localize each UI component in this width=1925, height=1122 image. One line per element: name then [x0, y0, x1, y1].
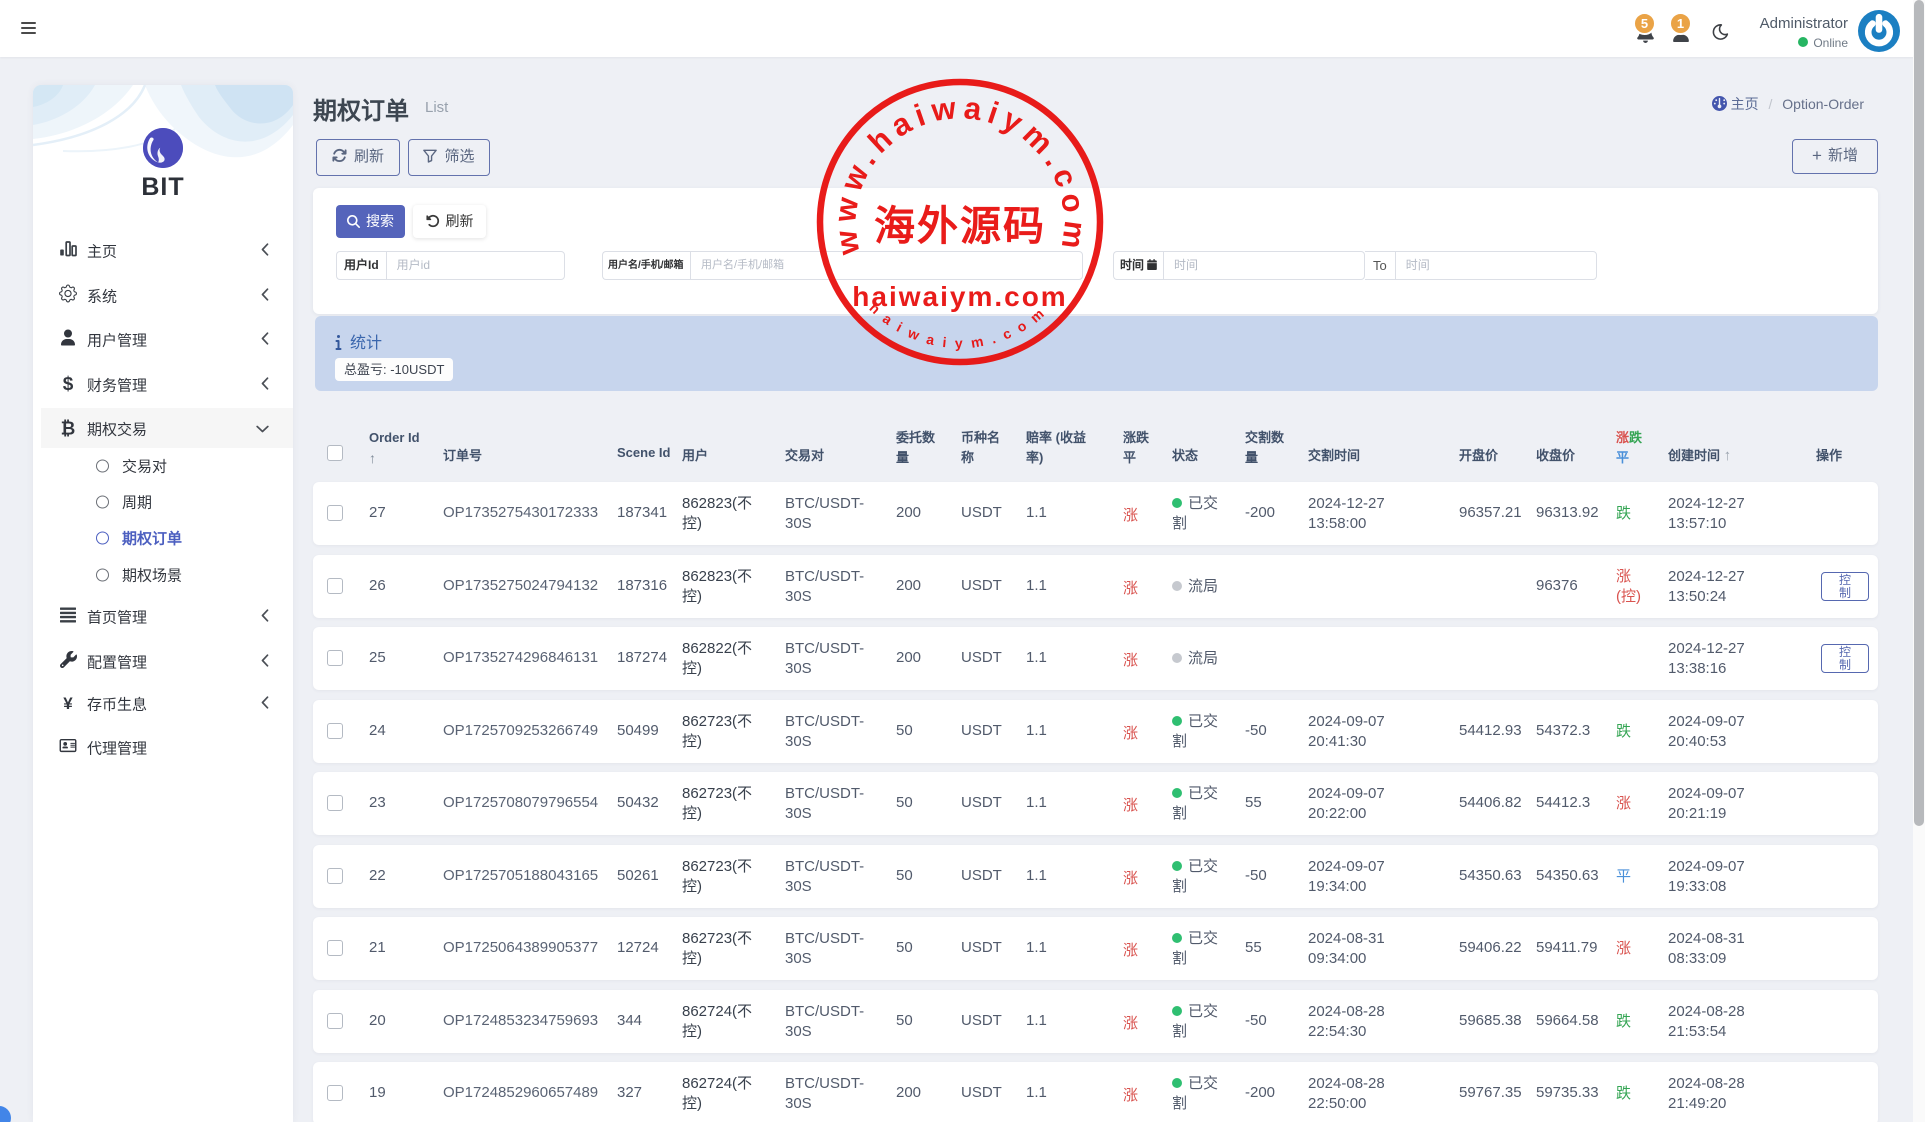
svg-text:海外源码: 海外源码 [874, 203, 1046, 249]
